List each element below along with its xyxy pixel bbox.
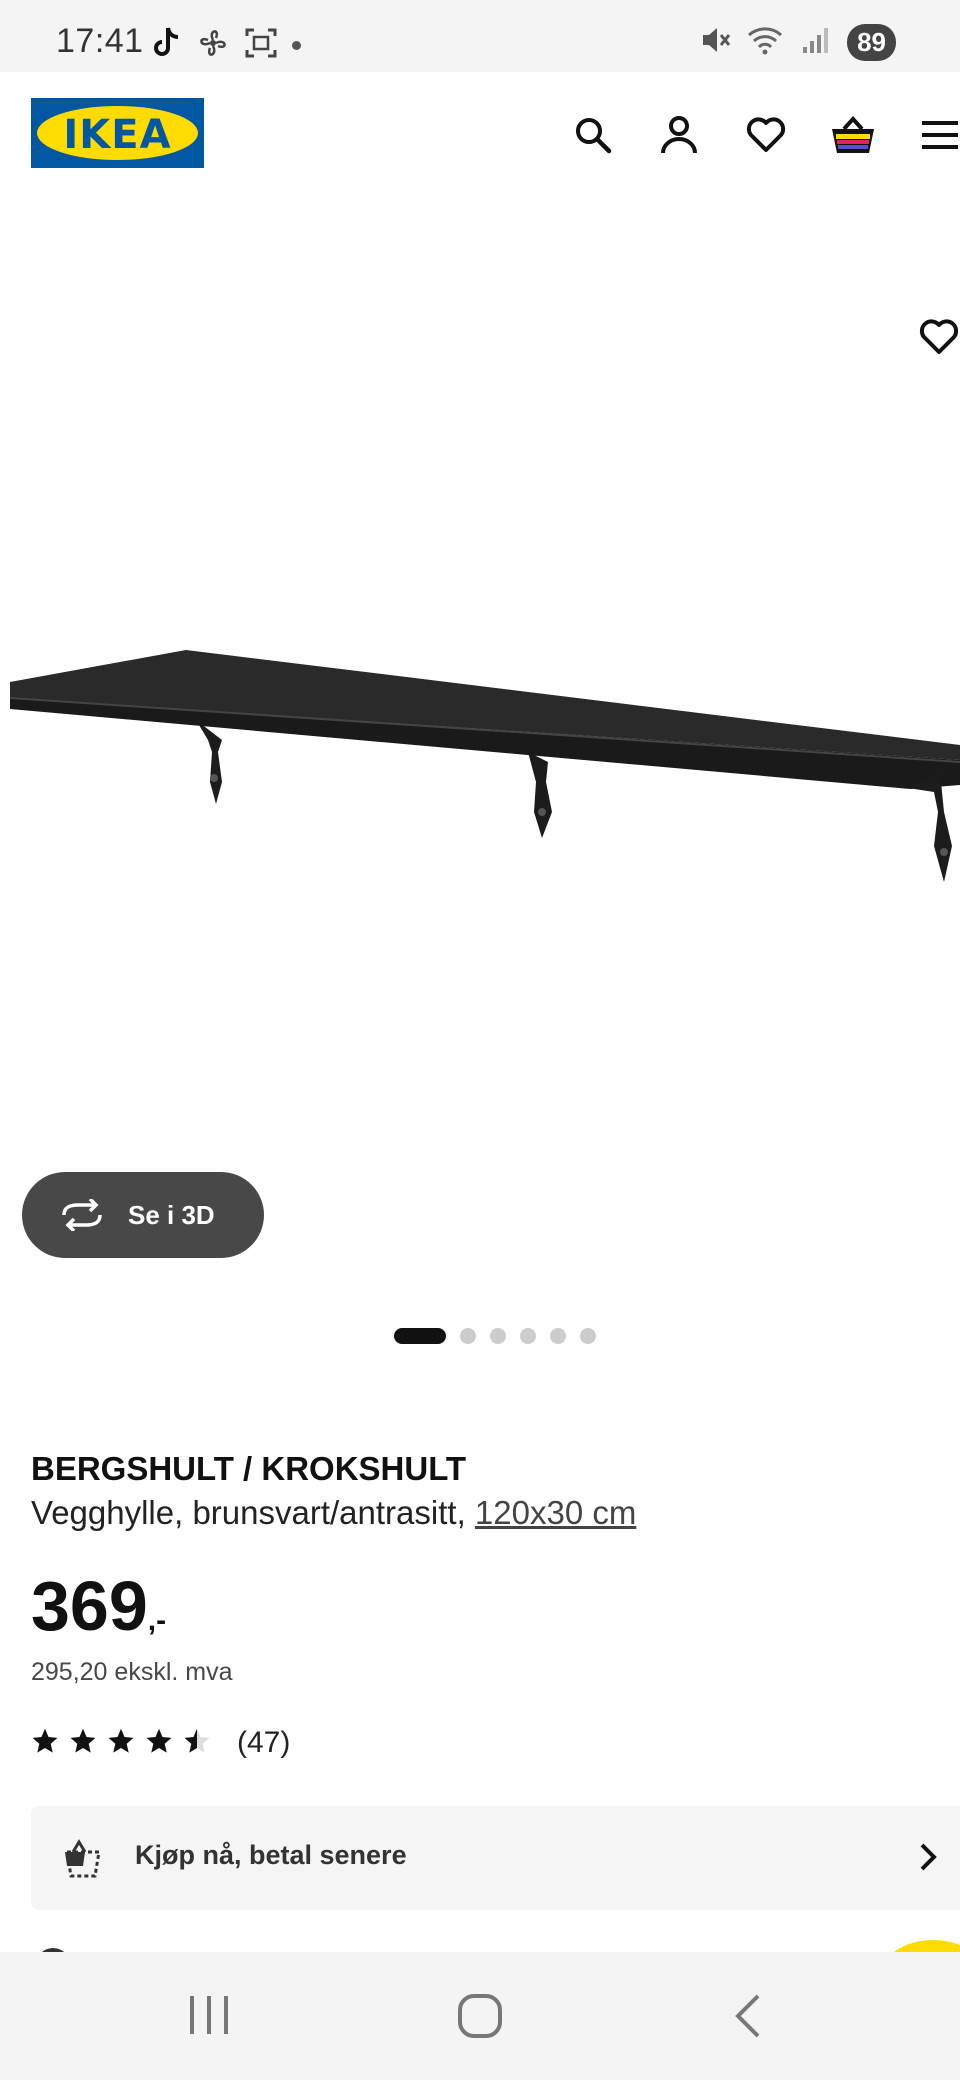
ikea-logo[interactable]: IKEA: [31, 98, 204, 168]
view-3d-button[interactable]: Se i 3D: [22, 1172, 264, 1258]
wifi-icon: [747, 25, 785, 60]
search-icon[interactable]: [570, 112, 616, 158]
dot-icon: [292, 41, 301, 50]
product-description: Vegghylle, brunsvart/antrasitt, 120x30 c…: [31, 1494, 636, 1532]
rotate-3d-icon: [60, 1199, 104, 1231]
product-image[interactable]: [0, 192, 960, 1292]
system-navigation-bar: [0, 1952, 960, 2080]
status-time: 17:41: [56, 22, 144, 60]
buy-now-pay-later-row[interactable]: Kjøp nå, betal senere: [31, 1806, 960, 1910]
chevron-right-icon: [919, 1842, 937, 1877]
star-icon: [69, 1727, 97, 1760]
battery-indicator: 89: [847, 24, 896, 61]
star-icon: [145, 1727, 173, 1760]
mute-icon: [699, 25, 731, 60]
status-icons-right: 89: [699, 24, 896, 61]
gallery-dot-active[interactable]: [394, 1328, 446, 1344]
screenshot-icon: [244, 26, 278, 65]
fan-icon: [196, 26, 230, 65]
menu-icon[interactable]: [916, 112, 960, 158]
product-description-text: Vegghylle, brunsvart/antrasitt,: [31, 1494, 475, 1531]
recent-apps-icon[interactable]: [186, 1992, 232, 2038]
tiktok-icon: [152, 26, 182, 65]
review-count: (47): [237, 1726, 291, 1759]
product-price: 369,-: [31, 1566, 166, 1646]
signal-icon: [801, 25, 831, 60]
price-ex-vat: 295,20 ekskl. mva: [31, 1658, 233, 1686]
wishlist-icon[interactable]: [743, 112, 789, 158]
buy-now-pay-later-icon: [61, 1838, 105, 1883]
logo-text: IKEA: [63, 112, 172, 158]
account-icon[interactable]: [656, 112, 702, 158]
buy-now-pay-later-label: Kjøp nå, betal senere: [135, 1840, 407, 1870]
view-3d-label: Se i 3D: [128, 1199, 215, 1230]
home-icon[interactable]: [456, 1992, 504, 2040]
star-icon: [107, 1727, 135, 1760]
product-rating[interactable]: (47): [31, 1726, 290, 1760]
price-value: 369: [31, 1567, 148, 1645]
basket-icon[interactable]: [830, 112, 876, 158]
gallery-dot[interactable]: [550, 1328, 566, 1344]
gallery-pagination: [394, 1328, 596, 1344]
gallery-dot[interactable]: [580, 1328, 596, 1344]
product-title: BERGSHULT / KROKSHULT: [31, 1450, 467, 1487]
back-icon[interactable]: [730, 1992, 764, 2040]
gallery-dot[interactable]: [460, 1328, 476, 1344]
site-header: IKEA: [0, 72, 960, 192]
size-link[interactable]: 120x30 cm: [475, 1494, 636, 1531]
gallery-dot[interactable]: [520, 1328, 536, 1344]
price-suffix: ,-: [147, 1604, 167, 1637]
half-star-icon: [183, 1727, 211, 1760]
add-to-favorites-icon[interactable]: [918, 318, 960, 361]
star-icon: [31, 1727, 59, 1760]
status-bar: 17:41 89: [0, 0, 960, 72]
gallery-dot[interactable]: [490, 1328, 506, 1344]
status-icons-left: [152, 26, 301, 65]
